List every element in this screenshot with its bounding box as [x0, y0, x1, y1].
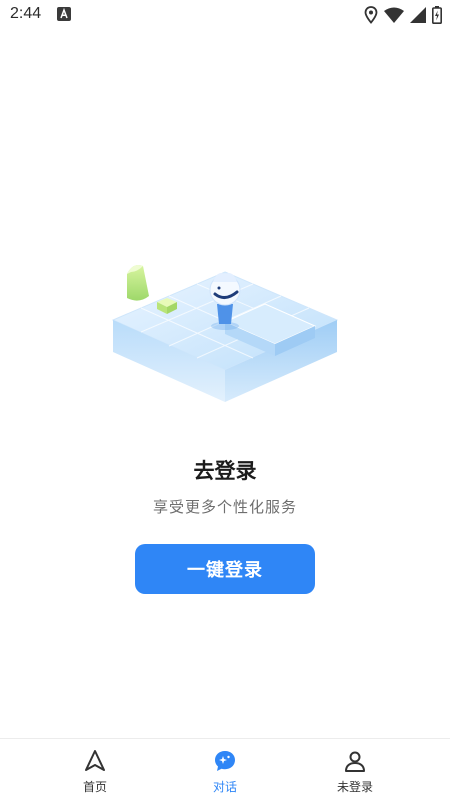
- status-icons: [364, 6, 442, 24]
- signal-icon: [410, 7, 426, 23]
- nav-label-chat: 对话: [212, 780, 237, 794]
- a-letter-icon: [57, 7, 71, 21]
- status-time: 2:44: [10, 5, 42, 22]
- nav-label-home: 首页: [82, 780, 107, 794]
- nav-label-profile: 未登录: [336, 780, 373, 794]
- battery-icon: [432, 6, 442, 24]
- wifi-icon: [384, 7, 404, 23]
- status-bar: 2:44: [0, 0, 450, 32]
- login-title: 去登录: [193, 459, 257, 483]
- chat-bubble-icon: [215, 751, 235, 771]
- bottom-nav: 首页 对话 未登录: [0, 738, 450, 801]
- nav-item-home[interactable]: 首页: [50, 747, 140, 799]
- login-subtitle: 享受更多个性化服务: [152, 498, 297, 516]
- location-icon: [364, 6, 378, 24]
- nav-item-profile[interactable]: 未登录: [310, 747, 400, 799]
- nav-item-chat[interactable]: 对话: [180, 747, 270, 799]
- isometric-glass-blocks-illustration: [111, 265, 339, 402]
- navigation-arrow-icon: [85, 750, 105, 771]
- one-click-login-button[interactable]: 一键登录: [135, 544, 315, 594]
- person-icon: [345, 751, 365, 772]
